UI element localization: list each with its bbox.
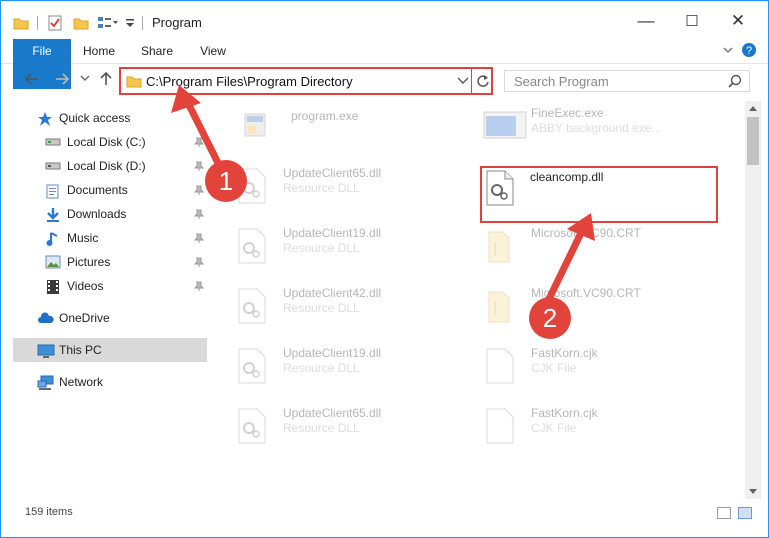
arrow-2 (544, 213, 595, 305)
arrow-1 (171, 85, 227, 177)
annotation-arrows (171, 85, 595, 305)
step-badge-2: 2 (529, 297, 571, 339)
explorer-window: Program — ☐ ✕ File Home Share View ? C:\… (0, 0, 769, 538)
step-badge-1: 1 (205, 160, 247, 202)
